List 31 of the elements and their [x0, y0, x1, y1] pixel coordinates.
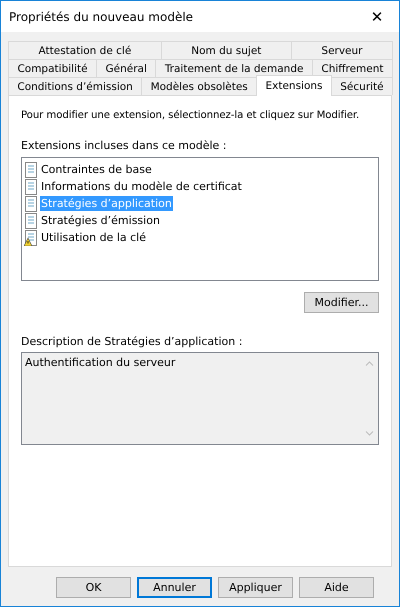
document-icon: [24, 196, 38, 212]
instruction-text: Pour modifier une extension, sélectionnez-la et cliquez sur Modifier.: [21, 110, 360, 121]
tab[interactable]: Chiffrement: [312, 59, 393, 77]
dialog-button[interactable]: Annuler: [137, 577, 212, 598]
tab[interactable]: Compatibilité: [8, 59, 98, 77]
list-item[interactable]: Contraintes de base: [40, 162, 153, 177]
list-item[interactable]: Stratégies d’émission: [40, 213, 161, 228]
dialog-button[interactable]: Aide: [299, 577, 374, 598]
tab[interactable]: Sécurité: [330, 77, 394, 95]
list-label: Extensions incluses dans ce modèle :: [21, 139, 228, 152]
dialog-button[interactable]: OK: [56, 577, 131, 598]
window-title: Propriétés du nouveau modèle: [9, 10, 194, 24]
description-text: Authentification du serveur: [24, 355, 176, 371]
scroll-down-icon[interactable]: [365, 431, 374, 436]
warning-document-icon: [24, 230, 38, 246]
document-icon: [24, 178, 38, 194]
tab[interactable]: Extensions: [256, 75, 332, 96]
tab[interactable]: Conditions d’émission: [8, 77, 142, 95]
document-icon: [24, 162, 38, 178]
description-box[interactable]: Authentification du serveur: [21, 352, 379, 445]
tab[interactable]: Attestation de clé: [8, 41, 162, 59]
dialog-button[interactable]: Appliquer: [218, 577, 293, 598]
tab[interactable]: Nom du sujet: [160, 41, 292, 59]
modify-button[interactable]: Modifier...: [304, 292, 379, 313]
close-button[interactable]: ✕: [355, 8, 399, 26]
document-icon: [24, 212, 38, 228]
list-item[interactable]: Utilisation de la clé: [40, 230, 147, 245]
tab[interactable]: Serveur: [290, 41, 393, 59]
list-item[interactable]: Informations du modèle de certificat: [40, 179, 243, 194]
scroll-up-icon[interactable]: [365, 361, 374, 366]
description-label: Description de Stratégies d’application :: [21, 335, 244, 348]
